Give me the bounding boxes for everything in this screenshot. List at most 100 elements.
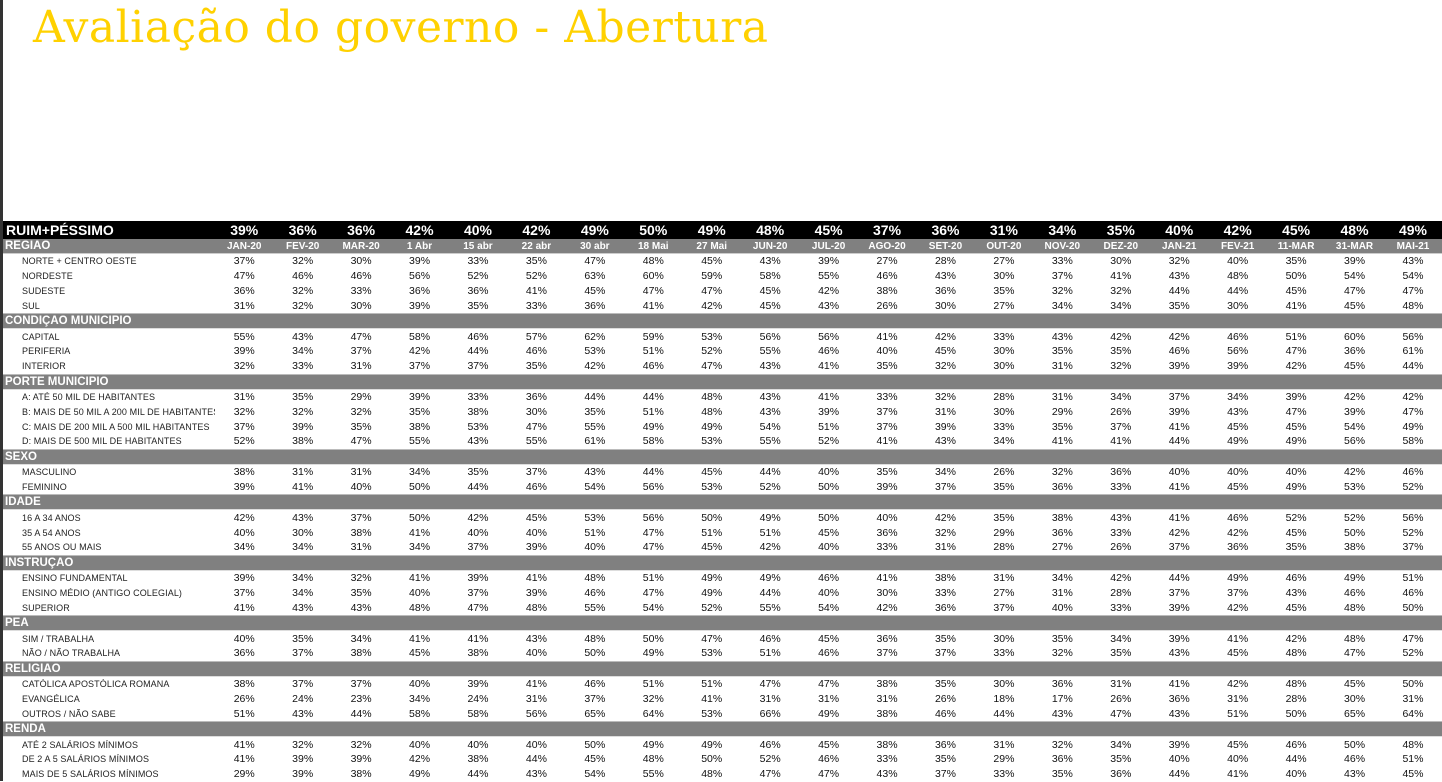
value-cell: 54%: [1344, 420, 1366, 433]
total-cell: 42%: [1223, 222, 1252, 238]
value-cell: 30%: [993, 405, 1015, 418]
value-cell: 41%: [1168, 480, 1190, 493]
table-row: ENSINO FUNDAMENTAL 39% 34% 32% 41% 39% 41% 48% 5…: [3, 571, 1442, 586]
section-header-row: PORTE MUNICÍPIO: [3, 373, 1442, 390]
value-cell: 49%: [701, 572, 723, 585]
value-cell: 51%: [818, 420, 840, 433]
value-cell: 42%: [1227, 526, 1249, 539]
value-cell: 53%: [701, 480, 723, 493]
value-cell: 39%: [233, 480, 255, 493]
total-cell: 31%: [989, 222, 1018, 238]
value-cell: 44%: [642, 390, 664, 403]
table-row: FEMININO 39% 41% 40% 50% 44% 46% 54% 56% 53% 52% 50…: [3, 480, 1442, 495]
value-cell: 46%: [467, 330, 489, 343]
table-row: D: MAIS DE 500 MIL DE HABITANTES 52% 38% 47…: [3, 434, 1442, 449]
section-header: PEA: [5, 617, 29, 630]
value-cell: 32%: [934, 360, 956, 373]
value-cell: 44%: [1168, 572, 1190, 585]
value-cell: 47%: [1110, 707, 1132, 720]
value-cell: 42%: [467, 511, 489, 524]
value-cell: 52%: [759, 480, 781, 493]
value-cell: 45%: [1285, 284, 1307, 297]
value-cell: 46%: [818, 753, 840, 766]
value-cell: 50%: [1402, 678, 1424, 691]
value-cell: 40%: [409, 738, 431, 751]
value-cell: 40%: [584, 541, 606, 554]
value-cell: 45%: [584, 284, 606, 297]
row-label: CAPITAL: [22, 331, 60, 342]
survey-table: RUIM+PÉSSIMO 39% 36% 36% 42% 40% 42% 49% 50% 49% 4…: [3, 221, 1442, 782]
value-cell: 34%: [1051, 299, 1073, 312]
value-cell: 50%: [642, 632, 664, 645]
value-cell: 47%: [1285, 405, 1307, 418]
value-cell: 33%: [350, 284, 372, 297]
value-cell: 49%: [759, 511, 781, 524]
value-cell: 45%: [818, 738, 840, 751]
value-cell: 31%: [233, 390, 255, 403]
value-cell: 37%: [1168, 586, 1190, 599]
value-cell: 60%: [1344, 330, 1366, 343]
date-header: 15 abr: [463, 240, 493, 252]
value-cell: 47%: [701, 284, 723, 297]
value-cell: 39%: [525, 541, 547, 554]
value-cell: 28%: [1285, 692, 1307, 705]
date-header: DEZ-20: [1103, 240, 1138, 252]
value-cell: 37%: [233, 255, 255, 268]
value-cell: 44%: [467, 480, 489, 493]
value-cell: 58%: [759, 270, 781, 283]
value-cell: 46%: [525, 480, 547, 493]
row-label: NORDESTE: [22, 271, 73, 282]
value-cell: 56%: [818, 330, 840, 343]
value-cell: 40%: [818, 541, 840, 554]
value-cell: 39%: [467, 572, 489, 585]
value-cell: 39%: [1168, 405, 1190, 418]
value-cell: 40%: [233, 632, 255, 645]
value-cell: 36%: [876, 632, 898, 645]
value-cell: 47%: [759, 768, 781, 781]
value-cell: 32%: [292, 284, 314, 297]
value-cell: 37%: [467, 541, 489, 554]
value-cell: 49%: [701, 420, 723, 433]
value-cell: 60%: [642, 270, 664, 283]
value-cell: 40%: [467, 526, 489, 539]
value-cell: 32%: [1110, 360, 1132, 373]
value-cell: 45%: [1285, 420, 1307, 433]
value-cell: 43%: [1227, 405, 1249, 418]
value-cell: 31%: [350, 466, 372, 479]
value-cell: 37%: [292, 647, 314, 660]
value-cell: 44%: [525, 753, 547, 766]
value-cell: 36%: [1227, 541, 1249, 554]
section-header: REGIÃO: [5, 240, 51, 252]
value-cell: 39%: [292, 768, 314, 781]
value-cell: 39%: [409, 390, 431, 403]
value-cell: 46%: [1168, 345, 1190, 358]
date-header: 31-MAR: [1335, 240, 1374, 252]
value-cell: 55%: [642, 768, 664, 781]
value-cell: 30%: [993, 678, 1015, 691]
row-label: ENSINO FUNDAMENTAL: [22, 573, 128, 584]
value-cell: 52%: [467, 270, 489, 283]
value-cell: 46%: [350, 270, 372, 283]
value-cell: 40%: [818, 466, 840, 479]
value-cell: 42%: [1168, 526, 1190, 539]
value-cell: 58%: [409, 330, 431, 343]
value-cell: 50%: [701, 511, 723, 524]
value-cell: 38%: [1051, 511, 1073, 524]
value-cell: 36%: [467, 284, 489, 297]
value-cell: 31%: [934, 405, 956, 418]
table-row: EVANGÉLICA 26% 24% 23% 34% 24% 31% 37% 32% 41% 31%…: [3, 692, 1442, 707]
value-cell: 40%: [876, 345, 898, 358]
value-cell: 43%: [818, 299, 840, 312]
value-cell: 48%: [701, 405, 723, 418]
value-cell: 31%: [1402, 692, 1424, 705]
value-cell: 30%: [993, 270, 1015, 283]
value-cell: 43%: [876, 768, 898, 781]
value-cell: 51%: [1285, 330, 1307, 343]
value-cell: 33%: [1110, 480, 1132, 493]
value-cell: 43%: [1344, 768, 1366, 781]
row-label: EVANGÉLICA: [22, 693, 80, 704]
value-cell: 36%: [233, 647, 255, 660]
value-cell: 37%: [1227, 586, 1249, 599]
value-cell: 62%: [584, 330, 606, 343]
value-cell: 40%: [876, 511, 898, 524]
